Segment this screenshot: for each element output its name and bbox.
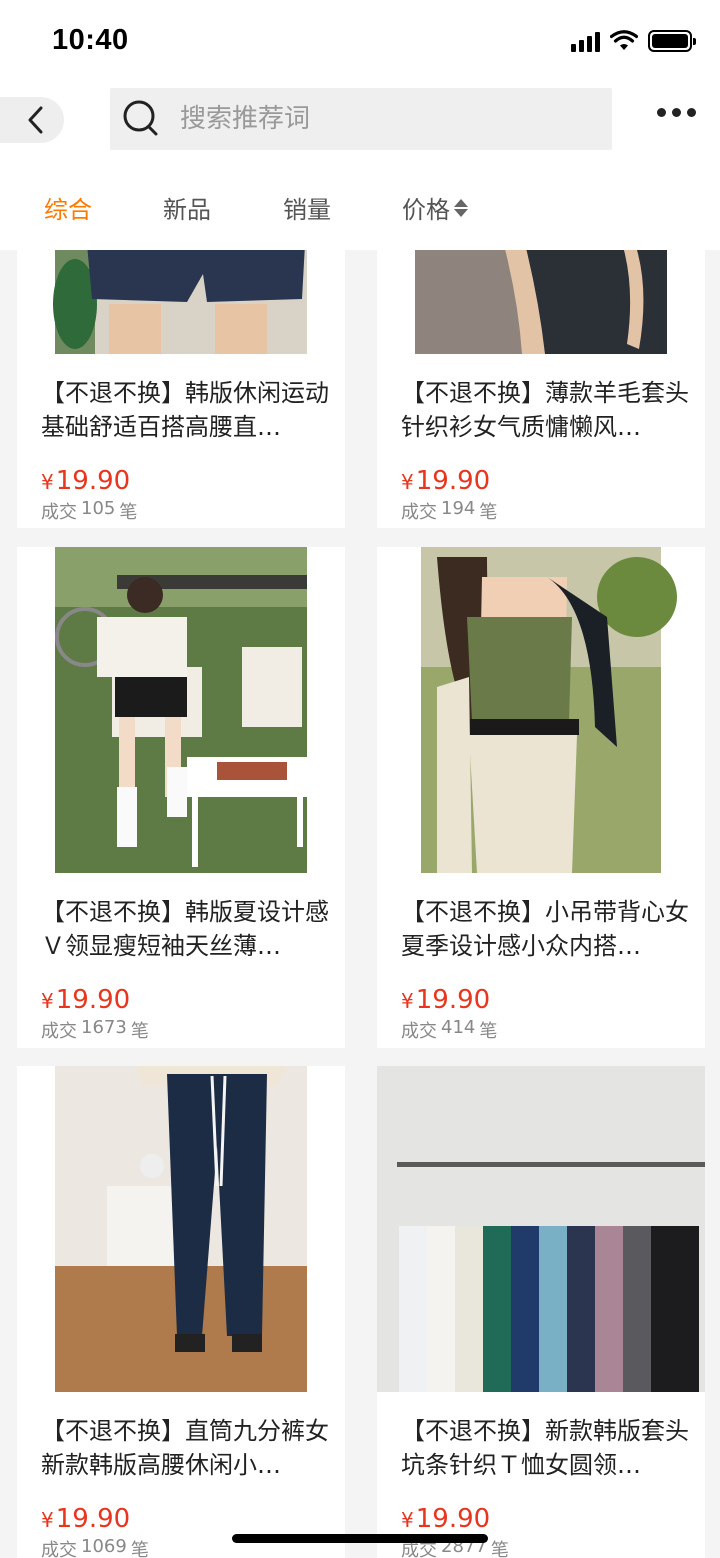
currency-symbol: ¥ [401, 989, 414, 1013]
product-title: 【不退不换】薄款羊毛套头针织衫女气质慵懒风… [401, 379, 689, 441]
more-dot-icon [672, 108, 681, 117]
sales-prefix: 成交 [401, 1021, 437, 1042]
product-card[interactable]: 【不退不换】小吊带背心女夏季设计感小众内搭… ¥ 19.90 成交 414 笔 [377, 547, 705, 1048]
tab-label: 新品 [163, 196, 211, 224]
product-price: ¥ 19.90 [377, 1504, 705, 1534]
sales-prefix: 成交 [41, 1540, 77, 1558]
product-image [17, 547, 345, 873]
cellular-signal-icon [571, 30, 600, 52]
price-value: 19.90 [415, 466, 491, 496]
sales-prefix: 成交 [41, 502, 77, 523]
product-image [377, 1066, 705, 1392]
sales-number: 105 [81, 498, 116, 519]
currency-symbol: ¥ [41, 1508, 54, 1532]
product-image [377, 250, 705, 354]
price-value: 19.90 [55, 1504, 131, 1534]
status-icons [571, 30, 696, 52]
tab-new[interactable]: 新品 [163, 190, 211, 225]
tab-sales[interactable]: 销量 [283, 190, 331, 225]
product-card[interactable]: 【不退不换】直筒九分裤女新款韩版高腰休闲小… ¥ 19.90 成交 1069 笔 [17, 1066, 345, 1558]
sort-tabs: 综合 新品 销量 价格 [0, 156, 720, 250]
battery-icon [648, 30, 696, 52]
sales-number: 1069 [81, 1536, 127, 1557]
product-image [377, 547, 705, 873]
product-title: 【不退不换】小吊带背心女夏季设计感小众内搭… [401, 898, 689, 960]
more-options-button[interactable] [657, 108, 696, 117]
sales-count: 成交 105 笔 [17, 498, 345, 524]
sales-number: 194 [441, 498, 476, 519]
sales-suffix: 笔 [479, 502, 498, 523]
sales-suffix: 笔 [119, 502, 138, 523]
product-price: ¥ 19.90 [377, 466, 705, 496]
search-header [0, 84, 720, 156]
sales-number: 414 [441, 1017, 476, 1038]
sales-count: 成交 414 笔 [377, 1017, 705, 1043]
home-indicator[interactable] [232, 1534, 488, 1543]
sort-arrows-icon [454, 198, 468, 217]
sales-suffix: 笔 [130, 1540, 149, 1558]
product-grid: 【不退不换】韩版休闲运动基础舒适百搭高腰直… ¥ 19.90 成交 105 笔 … [0, 250, 720, 1558]
search-icon [123, 100, 158, 136]
product-card[interactable]: 【不退不换】新款韩版套头坑条针织Ｔ恤女圆领… ¥ 19.90 成交 2877 笔 [377, 1066, 705, 1558]
price-value: 19.90 [415, 1504, 491, 1534]
product-card[interactable]: 【不退不换】韩版夏设计感Ｖ领显瘦短袖天丝薄… ¥ 19.90 成交 1673 笔 [17, 547, 345, 1048]
product-card[interactable]: 【不退不换】薄款羊毛套头针织衫女气质慵懒风… ¥ 19.90 成交 194 笔 [377, 250, 705, 528]
currency-symbol: ¥ [401, 470, 414, 494]
more-dot-icon [687, 108, 696, 117]
sales-prefix: 成交 [401, 502, 437, 523]
sales-prefix: 成交 [41, 1021, 77, 1042]
currency-symbol: ¥ [401, 1508, 414, 1532]
tab-price[interactable]: 价格 [402, 190, 468, 225]
product-card[interactable]: 【不退不换】韩版休闲运动基础舒适百搭高腰直… ¥ 19.90 成交 105 笔 [17, 250, 345, 528]
product-image [17, 1066, 345, 1392]
tab-label: 价格 [402, 196, 450, 224]
price-value: 19.90 [55, 466, 131, 496]
price-value: 19.90 [415, 985, 491, 1015]
sales-suffix: 笔 [490, 1540, 509, 1558]
sales-suffix: 笔 [130, 1021, 149, 1042]
product-title: 【不退不换】直筒九分裤女新款韩版高腰休闲小… [41, 1417, 329, 1479]
price-value: 19.90 [55, 985, 131, 1015]
currency-symbol: ¥ [41, 989, 54, 1013]
status-time: 10:40 [52, 24, 129, 56]
tab-label: 销量 [283, 196, 331, 224]
more-dot-icon [657, 108, 666, 117]
chevron-left-icon [28, 106, 43, 134]
sales-count: 成交 1673 笔 [17, 1017, 345, 1043]
product-price: ¥ 19.90 [17, 466, 345, 496]
product-image [17, 250, 345, 354]
product-price: ¥ 19.90 [377, 985, 705, 1015]
back-button[interactable] [0, 97, 64, 143]
sales-suffix: 笔 [479, 1021, 498, 1042]
tab-comprehensive[interactable]: 综合 [44, 190, 92, 225]
sales-count: 成交 194 笔 [377, 498, 705, 524]
product-title: 【不退不换】新款韩版套头坑条针织Ｔ恤女圆领… [401, 1417, 689, 1479]
search-box[interactable] [110, 88, 612, 150]
tab-label: 综合 [44, 196, 92, 224]
product-title: 【不退不换】韩版夏设计感Ｖ领显瘦短袖天丝薄… [41, 898, 329, 960]
wifi-icon [610, 30, 638, 50]
status-bar: 10:40 [0, 0, 720, 84]
product-title: 【不退不换】韩版休闲运动基础舒适百搭高腰直… [41, 379, 329, 441]
product-price: ¥ 19.90 [17, 1504, 345, 1534]
sales-number: 1673 [81, 1017, 127, 1038]
search-input[interactable] [180, 104, 580, 134]
currency-symbol: ¥ [41, 470, 54, 494]
product-price: ¥ 19.90 [17, 985, 345, 1015]
